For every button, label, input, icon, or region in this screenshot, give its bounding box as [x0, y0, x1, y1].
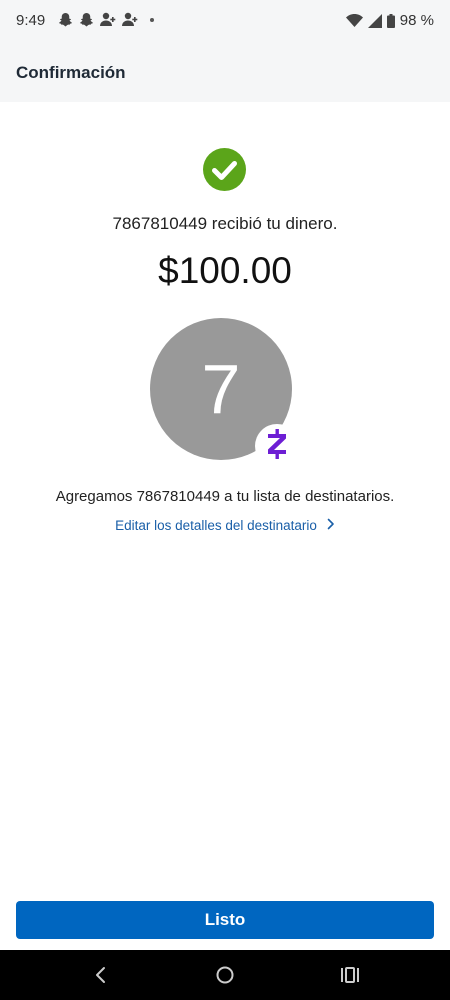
edit-recipient-link[interactable]: Editar los detalles del destinatario: [0, 518, 450, 533]
amount: $100.00: [158, 250, 292, 291]
done-button[interactable]: Listo: [16, 901, 434, 939]
zelle-badge: [255, 424, 299, 468]
chevron-right-icon: [327, 518, 335, 533]
snapchat-icon: [58, 12, 73, 27]
status-time: 9:49: [16, 12, 46, 29]
person-add-icon: [122, 12, 138, 27]
wifi-icon: [345, 14, 363, 27]
snapchat-icon: [79, 12, 94, 27]
app-header: Confirmación: [0, 42, 450, 102]
page-title: Confirmación: [16, 63, 126, 82]
battery-icon: [386, 13, 395, 28]
check-circle-icon: [203, 148, 246, 191]
status-bar: 9:49 98 %: [0, 0, 450, 42]
received-message: 7867810449 recibió tu dinero.: [112, 214, 338, 233]
battery-percent: 98 %: [399, 12, 434, 29]
recents-icon[interactable]: [337, 962, 363, 988]
back-icon[interactable]: [87, 962, 113, 988]
system-nav-bar: [0, 950, 450, 1000]
added-recipient-message: Agregamos 7867810449 a tu lista de desti…: [55, 488, 395, 505]
avatar-initial: 7: [201, 350, 241, 428]
edit-recipient-label: Editar los detalles del destinatario: [115, 518, 317, 533]
notification-icons: [58, 12, 154, 27]
zelle-icon: [267, 428, 287, 464]
system-status: 98 %: [345, 12, 434, 29]
signal-icon: [367, 13, 382, 28]
person-add-icon: [100, 12, 116, 27]
home-icon[interactable]: [212, 962, 238, 988]
dot-icon: [150, 17, 154, 22]
